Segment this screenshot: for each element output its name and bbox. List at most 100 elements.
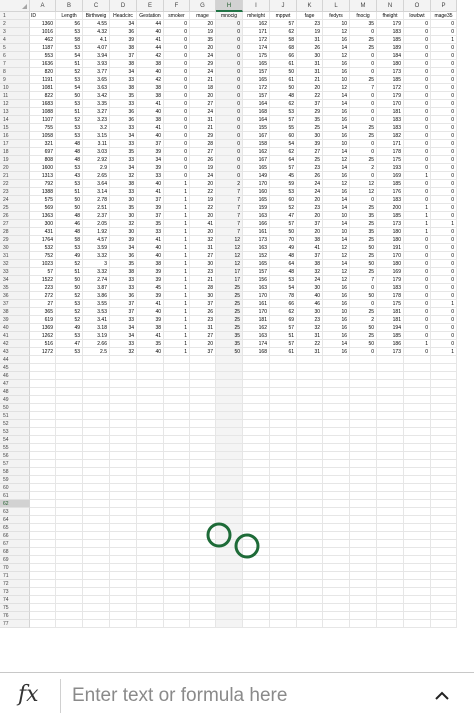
data-cell[interactable]: 0 xyxy=(164,148,190,156)
row-header[interactable]: 52 xyxy=(0,420,30,428)
data-cell[interactable]: 172 xyxy=(377,84,404,92)
data-cell[interactable]: 30 xyxy=(110,196,137,204)
data-cell[interactable]: 12 xyxy=(216,260,243,268)
data-cell[interactable]: 27 xyxy=(190,100,216,108)
data-cell[interactable]: 0 xyxy=(431,92,457,100)
empty-cell[interactable] xyxy=(243,364,270,372)
data-cell[interactable]: 183 xyxy=(377,124,404,132)
data-cell[interactable]: 49 xyxy=(270,244,297,252)
data-cell[interactable]: 569 xyxy=(30,204,56,212)
data-cell[interactable]: 0 xyxy=(431,204,457,212)
data-cell[interactable]: 1 xyxy=(164,212,190,220)
data-cell[interactable]: 34 xyxy=(110,324,137,332)
empty-cell[interactable] xyxy=(270,532,297,540)
empty-cell[interactable] xyxy=(190,596,216,604)
empty-cell[interactable] xyxy=(350,548,377,556)
data-cell[interactable]: 3.35 xyxy=(83,100,110,108)
data-cell[interactable]: 0 xyxy=(404,100,431,108)
data-cell[interactable]: 38 xyxy=(110,84,137,92)
data-cell[interactable]: 0 xyxy=(164,28,190,36)
empty-cell[interactable] xyxy=(110,484,137,492)
data-cell[interactable]: 42 xyxy=(137,52,164,60)
data-cell[interactable]: 0 xyxy=(350,68,377,76)
data-cell[interactable]: 0 xyxy=(164,124,190,132)
empty-cell[interactable] xyxy=(83,580,110,588)
data-cell[interactable]: 1369 xyxy=(30,324,56,332)
empty-cell[interactable] xyxy=(404,564,431,572)
empty-cell[interactable] xyxy=(431,604,457,612)
row-header[interactable]: 73 xyxy=(0,588,30,596)
data-cell[interactable]: 0 xyxy=(164,36,190,44)
empty-cell[interactable] xyxy=(377,476,404,484)
data-cell[interactable]: 55 xyxy=(270,124,297,132)
data-cell[interactable]: 822 xyxy=(30,92,56,100)
empty-cell[interactable] xyxy=(377,460,404,468)
data-cell[interactable]: 37 xyxy=(110,300,137,308)
empty-cell[interactable] xyxy=(190,420,216,428)
data-cell[interactable]: 61 xyxy=(270,348,297,356)
data-cell[interactable]: 2 xyxy=(350,316,377,324)
empty-cell[interactable] xyxy=(110,604,137,612)
empty-cell[interactable] xyxy=(350,476,377,484)
empty-cell[interactable] xyxy=(83,452,110,460)
data-cell[interactable]: 52 xyxy=(56,308,83,316)
data-cell[interactable]: 52 xyxy=(56,316,83,324)
empty-cell[interactable] xyxy=(216,436,243,444)
empty-cell[interactable] xyxy=(190,476,216,484)
data-cell[interactable]: 321 xyxy=(30,140,56,148)
data-cell[interactable]: 10 xyxy=(323,20,350,28)
data-cell[interactable]: 21 xyxy=(190,124,216,132)
empty-cell[interactable] xyxy=(216,484,243,492)
data-cell[interactable]: 0 xyxy=(431,140,457,148)
data-cell[interactable]: 3.55 xyxy=(83,300,110,308)
data-cell[interactable]: 12 xyxy=(323,84,350,92)
empty-cell[interactable] xyxy=(323,452,350,460)
data-cell[interactable]: 516 xyxy=(30,340,56,348)
data-cell[interactable]: 33 xyxy=(110,340,137,348)
data-cell[interactable]: 0 xyxy=(404,252,431,260)
data-cell[interactable]: 68 xyxy=(270,44,297,52)
column-header-l[interactable]: L xyxy=(323,0,350,12)
data-cell[interactable]: 54 xyxy=(270,140,297,148)
select-all-corner[interactable] xyxy=(0,0,30,12)
data-cell[interactable]: 0 xyxy=(404,348,431,356)
data-cell[interactable]: 175 xyxy=(377,300,404,308)
chevron-up-icon[interactable] xyxy=(432,687,452,705)
data-cell[interactable]: 186 xyxy=(377,340,404,348)
data-cell[interactable]: 34 xyxy=(110,132,137,140)
row-header[interactable]: 39 xyxy=(0,316,30,324)
empty-cell[interactable] xyxy=(216,556,243,564)
empty-cell[interactable] xyxy=(190,460,216,468)
empty-cell[interactable] xyxy=(404,444,431,452)
empty-cell[interactable] xyxy=(164,620,190,628)
empty-cell[interactable] xyxy=(30,436,56,444)
empty-cell[interactable] xyxy=(297,572,323,580)
data-cell[interactable]: 155 xyxy=(243,124,270,132)
data-cell[interactable]: 41 xyxy=(190,220,216,228)
empty-cell[interactable] xyxy=(431,380,457,388)
data-cell[interactable]: 3.41 xyxy=(83,316,110,324)
data-cell[interactable]: 0 xyxy=(164,100,190,108)
data-cell[interactable]: 38 xyxy=(137,84,164,92)
data-cell[interactable]: 16 xyxy=(323,188,350,196)
empty-cell[interactable] xyxy=(216,500,243,508)
empty-cell[interactable] xyxy=(350,524,377,532)
data-cell[interactable]: 165 xyxy=(243,76,270,84)
empty-cell[interactable] xyxy=(243,436,270,444)
empty-cell[interactable] xyxy=(270,396,297,404)
data-cell[interactable]: 30 xyxy=(297,132,323,140)
empty-cell[interactable] xyxy=(164,484,190,492)
empty-cell[interactable] xyxy=(137,388,164,396)
empty-cell[interactable] xyxy=(30,580,56,588)
empty-cell[interactable] xyxy=(323,420,350,428)
data-cell[interactable]: 2.05 xyxy=(83,220,110,228)
empty-cell[interactable] xyxy=(190,532,216,540)
data-cell[interactable]: 163 xyxy=(243,332,270,340)
data-cell[interactable]: 39 xyxy=(137,148,164,156)
empty-cell[interactable] xyxy=(164,516,190,524)
empty-cell[interactable] xyxy=(297,508,323,516)
empty-cell[interactable] xyxy=(190,580,216,588)
empty-cell[interactable] xyxy=(297,388,323,396)
empty-cell[interactable] xyxy=(164,460,190,468)
empty-cell[interactable] xyxy=(270,620,297,628)
